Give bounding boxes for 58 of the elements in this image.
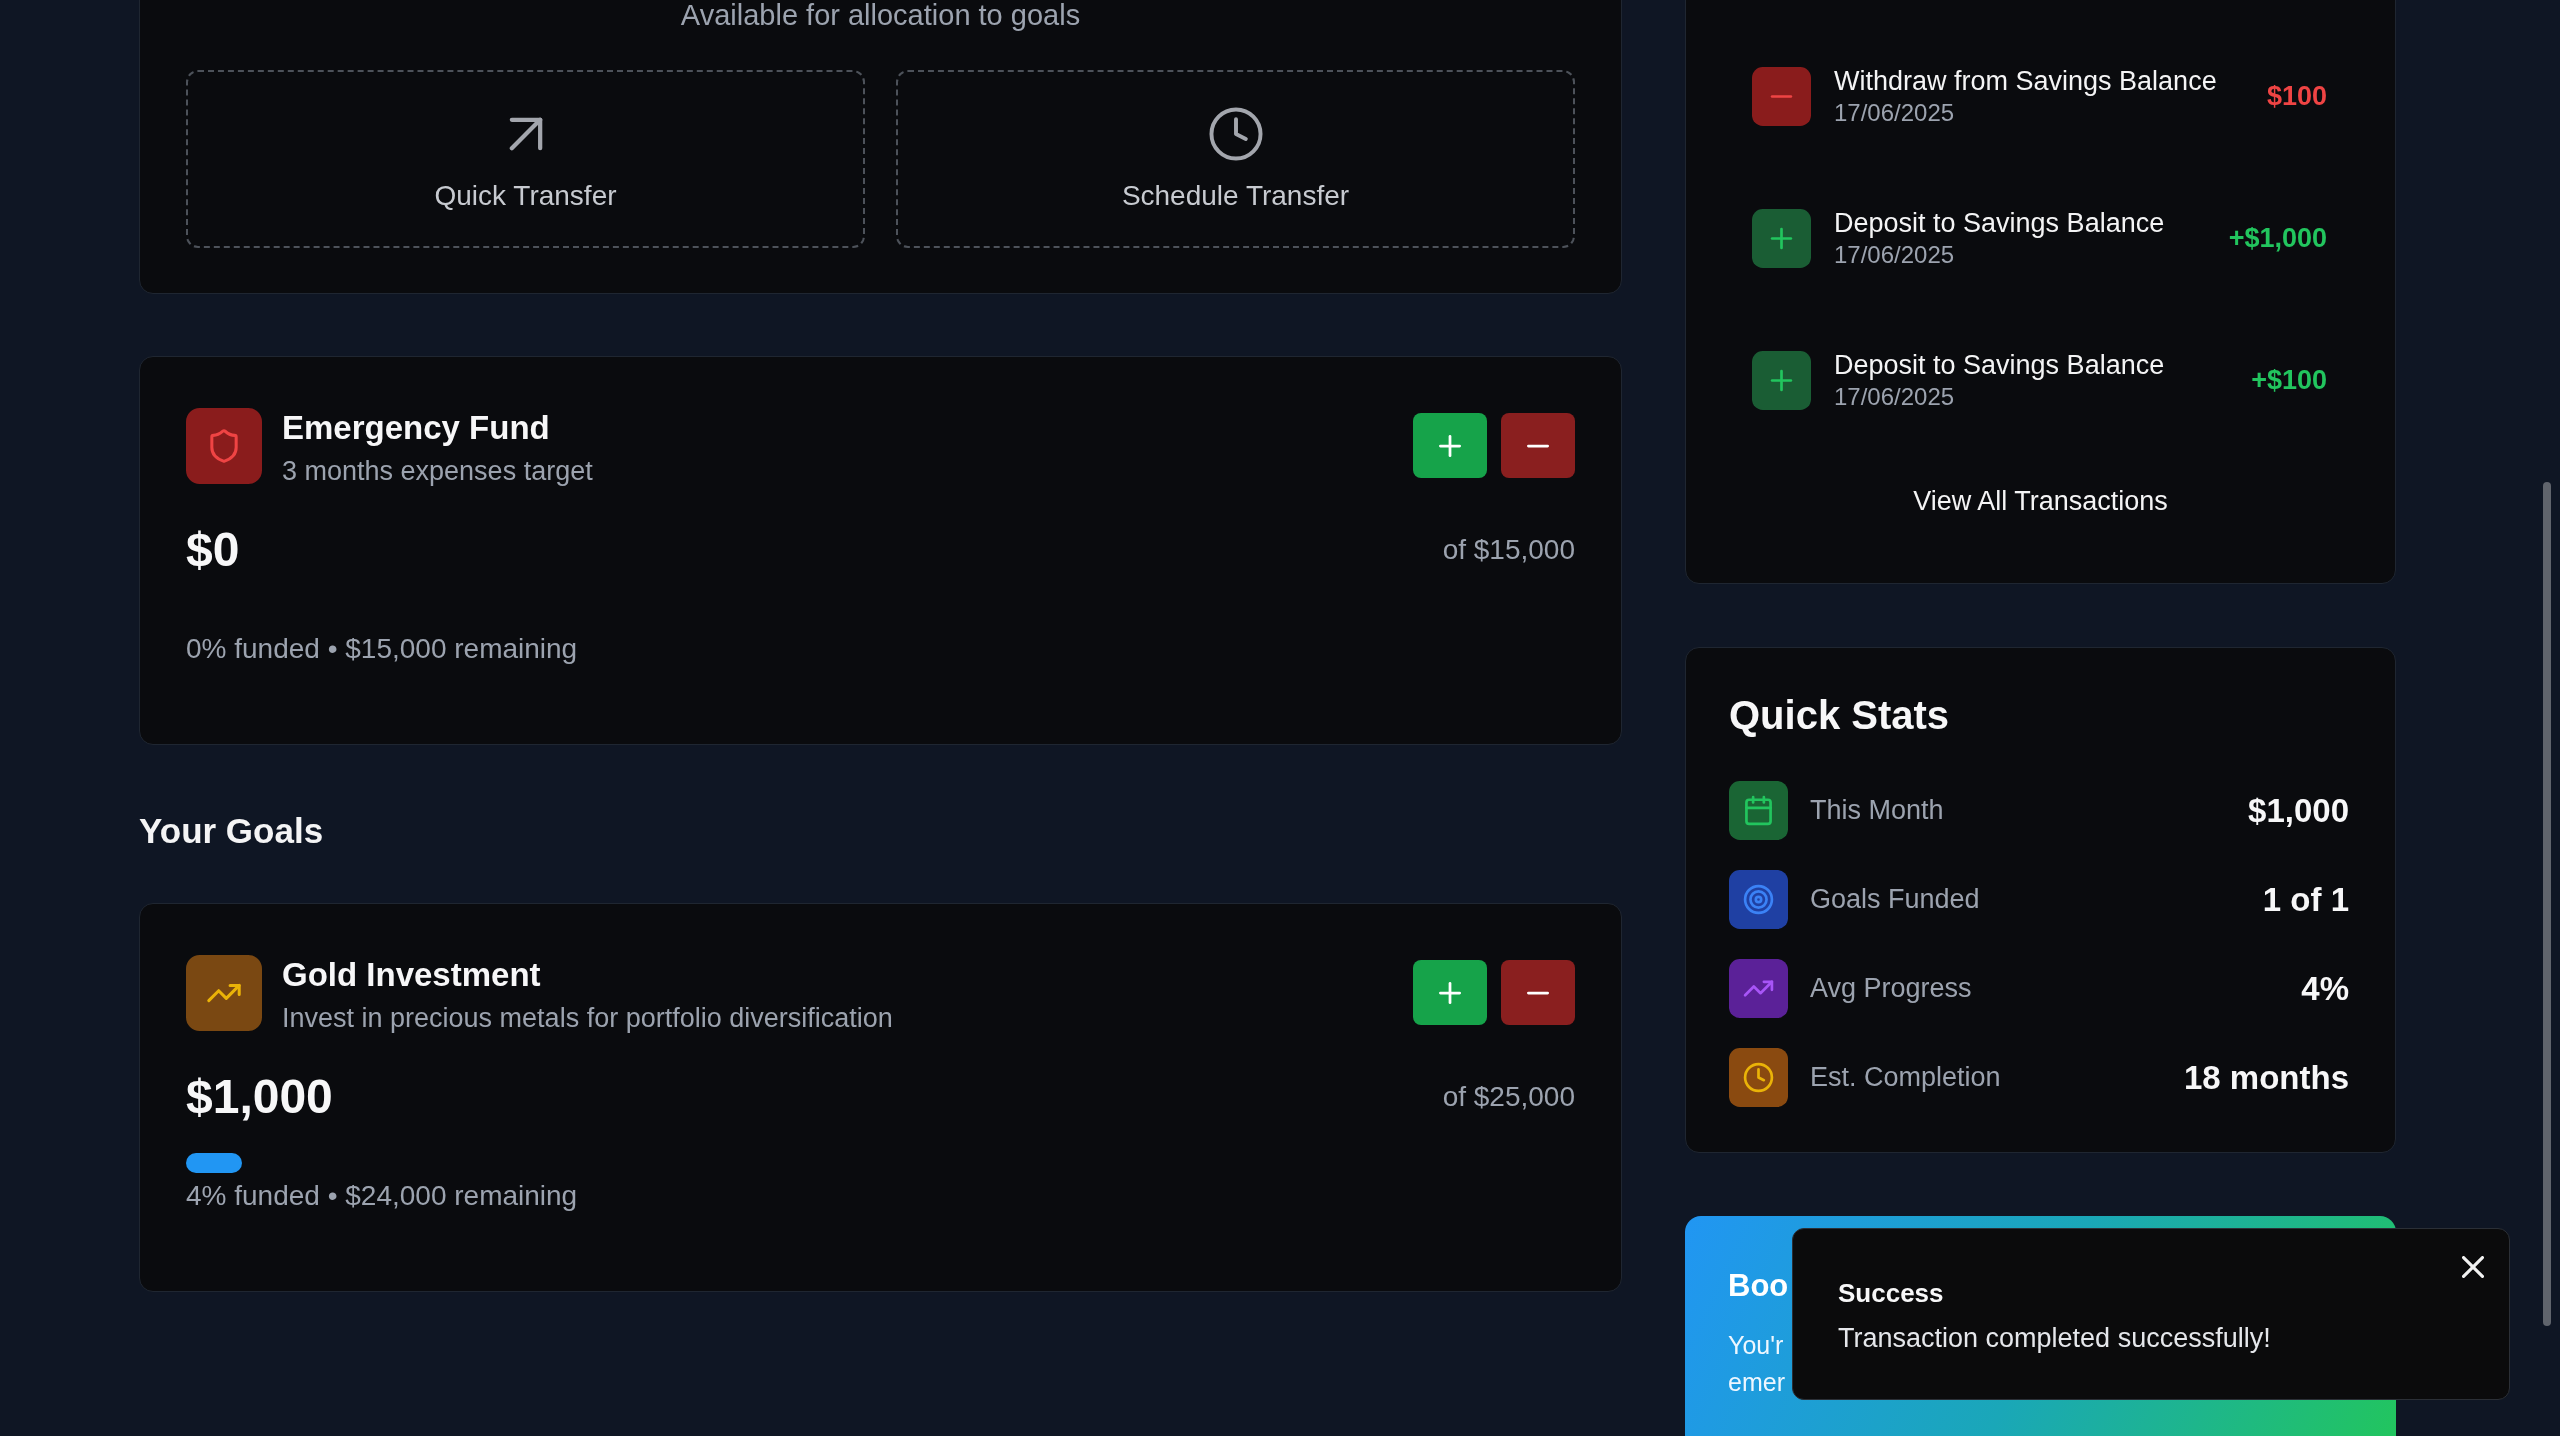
goal-target: of $15,000 xyxy=(1442,534,1575,566)
trend-up-icon xyxy=(1729,959,1788,1018)
plus-icon xyxy=(1752,350,1811,410)
transfer-option-button[interactable]: Quick Transfer xyxy=(186,70,865,248)
transaction-date: 17/06/2025 xyxy=(1834,383,1955,411)
promo-text: emer xyxy=(1728,1367,1785,1398)
add-funds-button[interactable] xyxy=(1413,960,1487,1025)
card-title: Quick Stats xyxy=(1729,692,1950,739)
goal-amount: $1,000 xyxy=(186,1070,333,1124)
scrollbar-thumb[interactable] xyxy=(2543,482,2551,1326)
plus-icon xyxy=(1752,208,1811,268)
transaction-title: Deposit to Savings Balance xyxy=(1834,207,2165,239)
transaction-date: 17/06/2025 xyxy=(1834,99,1955,127)
withdraw-funds-button[interactable] xyxy=(1501,960,1575,1025)
section-heading: Your Goals xyxy=(139,810,324,852)
plus-icon xyxy=(1439,981,1461,1004)
transfer-option-button[interactable]: Schedule Transfer xyxy=(896,70,1575,248)
stat-value: $1,000 xyxy=(2248,791,2349,830)
minus-icon xyxy=(1752,66,1811,126)
transaction-title: Withdraw from Savings Balance xyxy=(1834,65,2217,97)
trend-up-icon xyxy=(186,955,262,1031)
stat-label: Est. Completion xyxy=(1810,1062,2001,1093)
shield-icon xyxy=(186,408,262,484)
goal-description: Invest in precious metals for portfolio diversification xyxy=(282,1002,893,1035)
stat-label: This Month xyxy=(1810,795,1944,826)
clock-icon xyxy=(1208,107,1263,161)
stat-label: Goals Funded xyxy=(1810,884,1980,915)
target-icon xyxy=(1729,870,1788,929)
promo-title: Boo xyxy=(1728,1267,1789,1305)
goal-amount: $0 xyxy=(186,523,240,577)
stat-value: 1 of 1 xyxy=(2262,880,2349,919)
minus-icon xyxy=(1527,442,1549,449)
calendar-icon xyxy=(1729,781,1788,840)
transaction-date: 17/06/2025 xyxy=(1834,241,1955,269)
add-funds-button[interactable] xyxy=(1413,413,1487,478)
goal-title: Emergency Fund xyxy=(282,408,550,448)
minus-icon xyxy=(1527,989,1549,996)
transaction-amount: +$1,000 xyxy=(2228,222,2327,254)
transaction-amount: $100 xyxy=(2266,80,2327,112)
toast-title: Success xyxy=(1838,1277,1944,1309)
goal-summary: 4% funded • $24,000 remaining xyxy=(186,1179,578,1213)
stat-value: 4% xyxy=(2301,969,2349,1008)
close-icon xyxy=(2462,1256,2484,1278)
transaction-amount: +$100 xyxy=(2251,364,2327,396)
allocation-caption: Available for allocation to goals xyxy=(679,0,1082,30)
transaction-title: Deposit to Savings Balance xyxy=(1834,349,2165,381)
goal-summary: 0% funded • $15,000 remaining xyxy=(186,632,578,666)
plus-icon xyxy=(1439,434,1461,457)
goal-title: Gold Investment xyxy=(282,955,541,995)
goal-target: of $25,000 xyxy=(1442,1081,1575,1113)
promo-text: You'r xyxy=(1728,1330,1784,1361)
stat-label: Avg Progress xyxy=(1810,973,1972,1004)
view-all-transactions-button[interactable]: View All Transactions xyxy=(1897,475,2184,527)
clock-icon xyxy=(1729,1048,1788,1107)
stat-value: 18 months xyxy=(2183,1058,2349,1097)
withdraw-funds-button[interactable] xyxy=(1501,413,1575,478)
toast-message: Transaction completed successfully! xyxy=(1838,1322,2271,1354)
goal-description: 3 months expenses target xyxy=(282,455,593,488)
